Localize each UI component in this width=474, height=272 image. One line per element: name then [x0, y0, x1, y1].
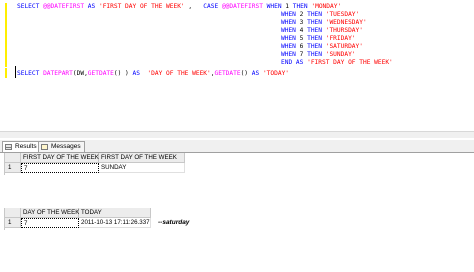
- code-line: WHEN 3 THEN 'WEDNESDAY': [281, 19, 367, 27]
- code-token: @@DATEFIRST: [43, 3, 88, 10]
- code-token: 5: [299, 35, 308, 42]
- code-token: SELECT: [17, 70, 44, 77]
- change-marker: [5, 68, 7, 78]
- code-token: (DW,: [72, 70, 88, 77]
- code-token: 'THURSDAY': [325, 27, 363, 34]
- code-token: WHEN: [281, 19, 300, 26]
- code-token: END: [281, 59, 296, 66]
- code-token: 3: [299, 19, 308, 26]
- query-editor[interactable]: SELECT @@DATEFIRST AS 'FIRST DAY OF THE …: [0, 0, 474, 138]
- code-token: AS: [251, 70, 263, 77]
- column-header[interactable]: TODAY: [79, 208, 151, 218]
- code-token: THEN: [307, 19, 326, 26]
- code-line: WHEN 4 THEN 'THURSDAY': [281, 27, 363, 35]
- tab-label: Messages: [51, 143, 81, 150]
- code-token: THEN: [307, 43, 326, 50]
- annotation-text: --saturday: [158, 219, 190, 226]
- change-marker: [5, 3, 7, 67]
- code-token: WHEN: [281, 51, 300, 58]
- code-line: SELECT DATEPART(DW,GETDATE() ) AS 'DAY O…: [17, 70, 289, 78]
- code-token: CASE: [203, 3, 222, 10]
- code-token: 'WEDNESDAY': [325, 19, 367, 26]
- messages-icon: [41, 144, 48, 150]
- code-token: GETDATE: [214, 70, 241, 77]
- row-header-corner: [5, 208, 21, 218]
- code-token: WHEN: [281, 11, 300, 18]
- code-token: 'TUESDAY': [325, 11, 360, 18]
- results-pane: FIRST DAY OF THE WEEK FIRST DAY OF THE W…: [0, 153, 474, 272]
- code-token: 'FIRST DAY OF THE WEEK': [307, 59, 393, 66]
- code-token: AS: [132, 70, 148, 77]
- code-token: WHEN: [281, 43, 300, 50]
- code-token: 4: [299, 27, 308, 34]
- code-token: THEN: [307, 35, 326, 42]
- code-token: ,: [184, 3, 204, 10]
- text-caret: [15, 66, 16, 78]
- code-token: 'DAY OF THE WEEK': [147, 70, 211, 77]
- code-token: WHEN: [281, 35, 300, 42]
- table-cell[interactable]: 2011-10-13 17:11:26.337: [79, 218, 151, 228]
- row-number[interactable]: 1: [5, 163, 21, 173]
- result-grid-1: FIRST DAY OF THE WEEK FIRST DAY OF THE W…: [4, 153, 195, 175]
- code-token: 'SUNDAY': [325, 51, 356, 58]
- tab-results[interactable]: Results: [2, 141, 41, 152]
- grid-icon: [5, 144, 12, 150]
- code-token: 'SATURDAY': [325, 43, 363, 50]
- code-line: WHEN 7 THEN 'SUNDAY': [281, 51, 356, 59]
- code-token: AS: [87, 3, 99, 10]
- code-token: THEN: [307, 27, 326, 34]
- tab-messages[interactable]: Messages: [38, 141, 85, 152]
- code-token: (): [240, 70, 252, 77]
- code-token: @@DATEFIRST: [221, 3, 267, 10]
- code-line: WHEN 5 THEN 'FRIDAY': [281, 35, 356, 43]
- results-tab-strip: Results Messages: [0, 140, 474, 153]
- code-token: WHEN: [281, 27, 300, 34]
- table-cell[interactable]: 7: [21, 163, 99, 173]
- code-token: AS: [295, 59, 308, 66]
- code-token: 1: [285, 3, 293, 10]
- table-cell[interactable]: SUNDAY: [99, 163, 185, 173]
- table-cell[interactable]: 7: [21, 218, 79, 228]
- code-token: 2: [299, 11, 308, 18]
- code-token: THEN: [307, 11, 326, 18]
- code-token: 'TODAY': [262, 70, 290, 77]
- code-token: DATEPART: [43, 70, 73, 77]
- column-header[interactable]: FIRST DAY OF THE WEEK: [21, 153, 99, 163]
- code-line: SELECT @@DATEFIRST AS 'FIRST DAY OF THE …: [17, 3, 341, 11]
- code-token: SELECT: [17, 3, 44, 10]
- code-token: THEN: [307, 51, 326, 58]
- code-token: 'FIRST DAY OF THE WEEK': [98, 3, 185, 10]
- code-line: WHEN 6 THEN 'SATURDAY': [281, 43, 363, 51]
- code-token: 'FRIDAY': [325, 35, 356, 42]
- code-line: WHEN 2 THEN 'TUESDAY': [281, 11, 359, 19]
- code-token: THEN: [292, 3, 312, 10]
- code-token: WHEN: [266, 3, 286, 10]
- row-number[interactable]: 1: [5, 218, 21, 228]
- code-token: 'MONDAY': [311, 3, 342, 10]
- column-header[interactable]: FIRST DAY OF THE WEEK: [99, 153, 185, 163]
- column-header[interactable]: DAY OF THE WEEK: [21, 208, 79, 218]
- row-header-corner: [5, 153, 21, 163]
- code-line: END AS 'FIRST DAY OF THE WEEK': [281, 59, 393, 67]
- tab-label: Results: [15, 143, 37, 150]
- code-token: 6: [299, 43, 308, 50]
- code-token: 7: [299, 51, 308, 58]
- code-token: GETDATE: [87, 70, 114, 77]
- code-token: () ): [113, 70, 133, 77]
- horizontal-scrollbar[interactable]: [0, 131, 474, 138]
